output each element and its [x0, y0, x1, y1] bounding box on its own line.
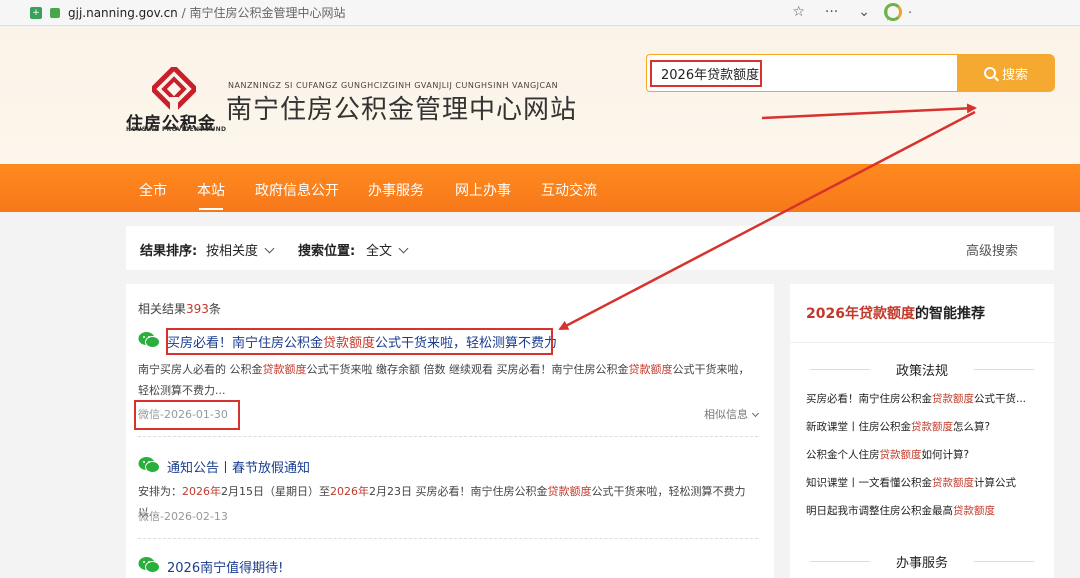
- wechat-icon: [138, 457, 160, 473]
- similar-info-toggle[interactable]: 相似信息: [704, 406, 760, 422]
- scope-label: 搜索位置:: [298, 244, 356, 259]
- annotation-box-title: [166, 328, 553, 355]
- result-snippet: 南宁买房人必看的 公积金贷款额度公式干货来啦 缴存余额 倍数 继续观看 买房必看…: [138, 363, 750, 397]
- result-count: 相关结果393条: [138, 302, 221, 316]
- wechat-icon: [138, 332, 160, 348]
- chevron-down-icon: [398, 243, 409, 254]
- extension-icon[interactable]: [884, 3, 902, 21]
- filter-bar: 结果排序: 按相关度 搜索位置: 全文 高级搜索: [126, 226, 1054, 270]
- results-panel: 相关结果393条 买房必看！南宁住房公积金贷款额度公式干货来啦，轻松测算不费力 …: [126, 284, 774, 578]
- divider: [790, 342, 1054, 343]
- logo-subtext: HOUSING PROVIDENT FUND: [126, 126, 227, 133]
- annotation-box-search: [650, 60, 762, 87]
- chevron-down-icon: [264, 243, 275, 254]
- nav-item-this-site[interactable]: 本站: [197, 180, 225, 210]
- wechat-icon: [138, 557, 160, 573]
- site-title: 南宁住房公积金管理中心网站: [226, 95, 578, 125]
- search-icon: [983, 67, 996, 79]
- annotation-box-date: [134, 400, 240, 430]
- more-icon[interactable]: ···: [825, 4, 838, 20]
- bookmark-star-icon[interactable]: ☆: [792, 4, 805, 20]
- result-meta: 微信-2026-02-13: [138, 510, 228, 523]
- sidebar-link[interactable]: 公积金个人住房贷款额度如何计算?: [806, 447, 1046, 462]
- sidebar-category-policy: 政策法规: [790, 360, 1054, 379]
- search-button[interactable]: 搜索: [957, 54, 1055, 92]
- browser-address-bar[interactable]: + gjj.nanning.gov.cn / 南宁住房公积金管理中心网站 ☆ ·…: [0, 0, 1080, 26]
- chevron-down-icon: [751, 409, 760, 418]
- nav-item-gov-info[interactable]: 政府信息公开: [255, 180, 339, 200]
- lock-icon: [50, 7, 60, 18]
- sidebar-category-services: 办事服务: [790, 552, 1054, 571]
- sort-dropdown[interactable]: 按相关度: [206, 240, 275, 259]
- result-snippet: 安排为：2026年2月15日（星期日）至2026年2月23日 买房必看！南宁住房…: [138, 485, 746, 519]
- sort-label: 结果排序:: [140, 244, 198, 259]
- nav-item-city[interactable]: 全市: [139, 180, 167, 200]
- url-text[interactable]: gjj.nanning.gov.cn / 南宁住房公积金管理中心网站: [68, 4, 345, 21]
- sidebar-link[interactable]: 新政课堂丨住房公积金贷款额度怎么算?: [806, 419, 1046, 434]
- sidebar-link[interactable]: 知识课堂丨一文看懂公积金贷款额度计算公式: [806, 475, 1046, 490]
- nav-item-interact[interactable]: 互动交流: [541, 180, 597, 200]
- main-nav: 全市 本站 政府信息公开 办事服务 网上办事 互动交流: [0, 164, 1080, 212]
- recommendation-sidebar: 2026年贷款额度的智能推荐 政策法规 买房必看！南宁住房公积金贷款额度公式干货…: [790, 284, 1054, 578]
- search-button-label: 搜索: [1001, 67, 1028, 83]
- sidebar-title: 2026年贷款额度的智能推荐: [806, 306, 985, 322]
- nav-item-online[interactable]: 网上办事: [455, 180, 511, 200]
- site-header: 住房公积金 HOUSING PROVIDENT FUND NANZNINGZ S…: [0, 27, 1080, 164]
- sidebar-link[interactable]: 买房必看！南宁住房公积金贷款额度公式干货...: [806, 391, 1046, 406]
- divider: [138, 538, 758, 539]
- housing-fund-logo-icon: [152, 67, 196, 111]
- advanced-search-link[interactable]: 高级搜索: [966, 240, 1018, 259]
- result-title-link[interactable]: 通知公告丨春节放假通知: [167, 457, 310, 476]
- nav-item-services[interactable]: 办事服务: [368, 180, 424, 200]
- divider: [138, 436, 758, 437]
- chevron-down-icon[interactable]: ⌄: [858, 4, 870, 20]
- sidebar-link[interactable]: 明日起我市调整住房公积金最高贷款额度: [806, 503, 1046, 518]
- shield-icon[interactable]: +: [30, 6, 42, 19]
- result-title-link[interactable]: 2026南宁值得期待!: [167, 557, 283, 576]
- extension-dot: .: [908, 2, 912, 16]
- scope-dropdown[interactable]: 全文: [366, 240, 409, 259]
